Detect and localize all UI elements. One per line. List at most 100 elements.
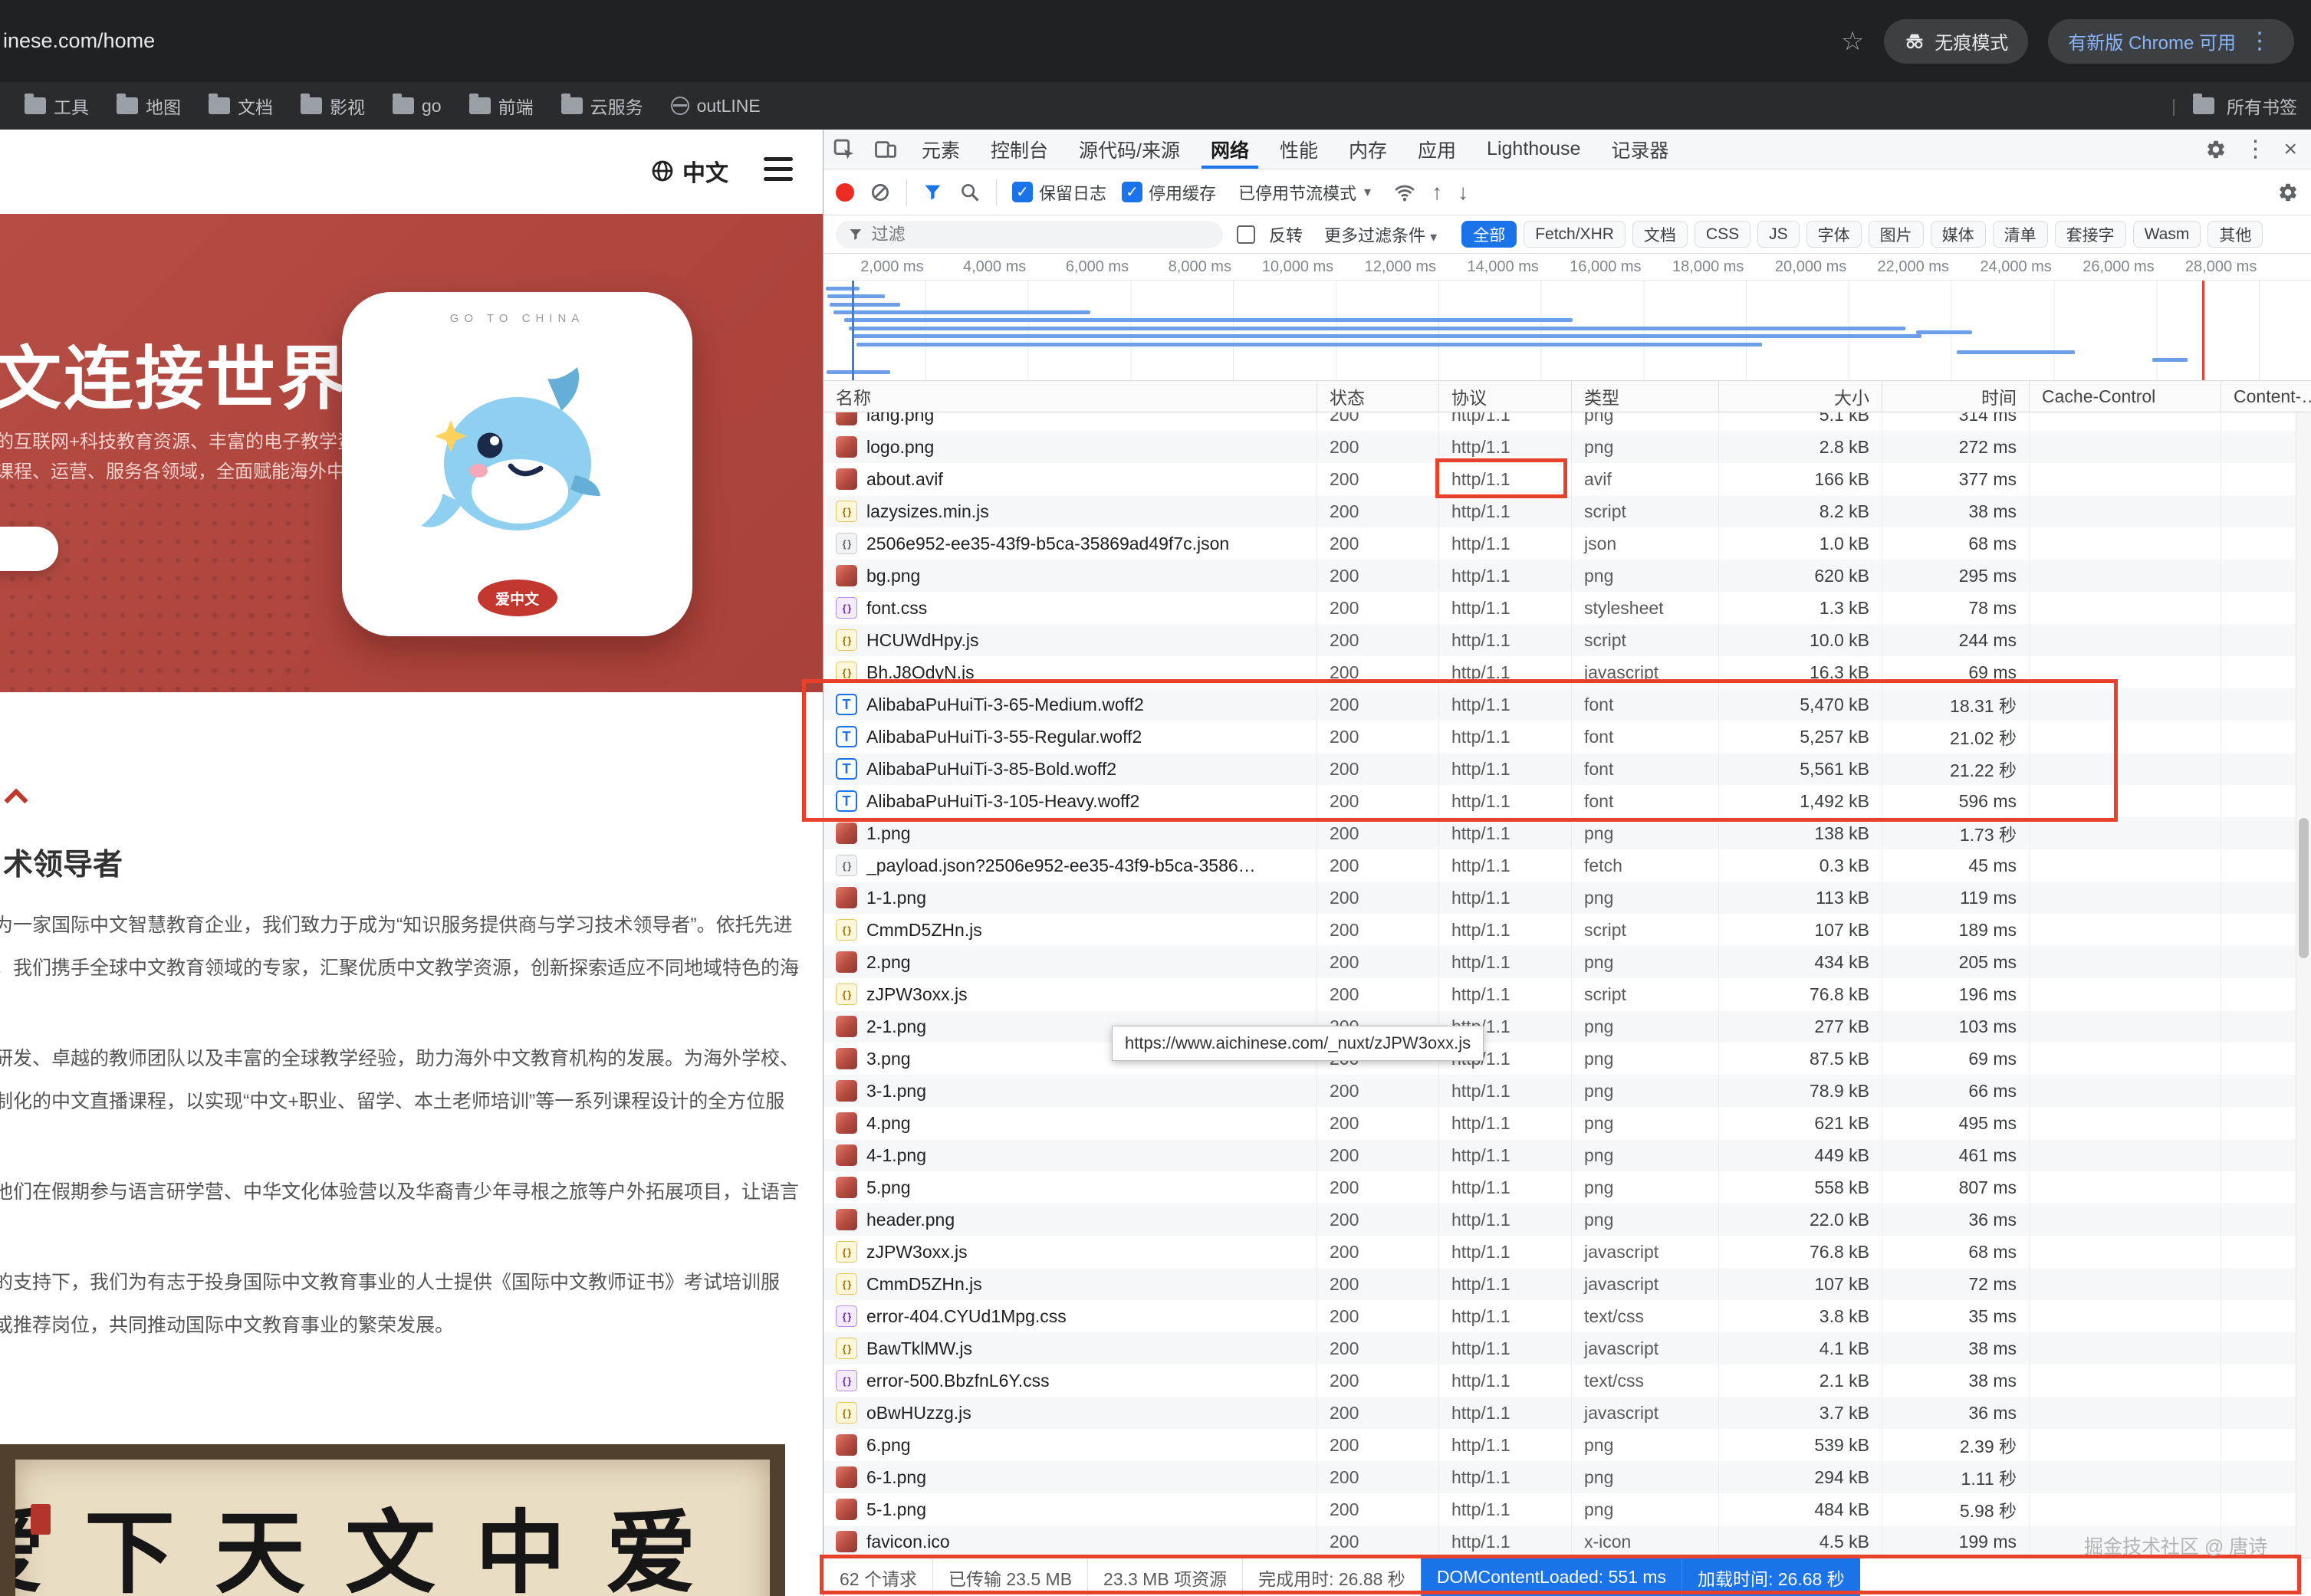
hamburger-menu-icon[interactable] [764, 157, 793, 187]
filter-icon[interactable] [922, 182, 944, 203]
network-conditions-icon[interactable] [1393, 181, 1416, 204]
filter-chip[interactable]: 清单 [1993, 221, 2048, 248]
filter-chip[interactable]: 套接字 [2055, 221, 2126, 248]
table-row[interactable]: 2.png 200 http/1.1 png 434 kB 205 ms [823, 946, 2311, 978]
more-filters-dropdown[interactable]: 更多过滤条件 ▾ [1324, 222, 1437, 247]
devtools-tab[interactable]: 应用 [1402, 130, 1471, 169]
language-selector[interactable]: 中文 [650, 154, 728, 188]
column-header[interactable]: 时间 [1882, 381, 2030, 412]
column-header[interactable]: 状态 [1317, 381, 1439, 412]
table-row[interactable]: header.png 200 http/1.1 png 22.0 kB 36 m… [823, 1204, 2311, 1236]
devtools-tab[interactable]: 控制台 [975, 130, 1063, 169]
clear-network-log-icon[interactable] [870, 182, 891, 203]
table-row[interactable]: oBwHUzzg.js 200 http/1.1 javascript 3.7 … [823, 1397, 2311, 1429]
table-scrollbar[interactable] [2296, 412, 2311, 1558]
bookmark-star-icon[interactable]: ☆ [1841, 26, 1864, 57]
close-icon[interactable]: × [2283, 136, 2297, 163]
table-row[interactable]: 2-1.png 200 http/1.1 png 277 kB 103 ms [823, 1010, 2311, 1043]
table-row[interactable]: zJPW3oxx.js 200 http/1.1 javascript 76.8… [823, 1236, 2311, 1268]
table-row[interactable]: zJPW3oxx.js 200 http/1.1 script 76.8 kB … [823, 978, 2311, 1010]
devtools-tab[interactable]: 记录器 [1596, 130, 1684, 169]
column-header[interactable]: Content-… [2221, 381, 2311, 412]
table-row[interactable]: HCUWdHpy.js 200 http/1.1 script 10.0 kB … [823, 624, 2311, 656]
table-row[interactable]: 6.png 200 http/1.1 png 539 kB 2.39 秒 [823, 1429, 2311, 1461]
bookmark-item[interactable]: 工具 [14, 88, 100, 123]
table-row[interactable]: 6-1.png 200 http/1.1 png 294 kB 1.11 秒 [823, 1461, 2311, 1493]
filter-chip[interactable]: Wasm [2133, 221, 2201, 248]
inspect-element-icon[interactable] [823, 130, 865, 169]
settings-gear-icon[interactable] [2205, 139, 2227, 160]
table-row[interactable]: bg.png 200 http/1.1 png 620 kB 295 ms [823, 560, 2311, 592]
devtools-tab[interactable]: 性能 [1264, 130, 1333, 169]
filter-chip[interactable]: 媒体 [1931, 221, 1986, 248]
devtools-menu-icon[interactable]: ⋮ [2244, 136, 2267, 163]
devtools-tab[interactable]: 元素 [906, 130, 975, 169]
column-header[interactable]: 类型 [1572, 381, 1719, 412]
table-row[interactable]: 2506e952-ee35-43f9-b5ca-35869ad49f7c.jso… [823, 527, 2311, 560]
table-row[interactable]: CmmD5ZHn.js 200 http/1.1 javascript 107 … [823, 1268, 2311, 1300]
page-content: 术领导者 为一家国际中文智慧教育企业，我们致力于成为“知识服务提供商与学习技术领… [0, 692, 823, 1596]
filter-chip[interactable]: 全部 [1461, 221, 1517, 248]
invert-checkbox[interactable] [1237, 225, 1255, 244]
table-row[interactable]: 4.png 200 http/1.1 png 621 kB 495 ms [823, 1107, 2311, 1139]
table-row[interactable]: 3-1.png 200 http/1.1 png 78.9 kB 66 ms [823, 1075, 2311, 1107]
chrome-update-chip[interactable]: 有新版 Chrome 可用 ⋮ [2048, 19, 2294, 64]
device-toolbar-icon[interactable] [865, 130, 906, 169]
disable-cache-checkbox[interactable]: ✓ 停用缓存 [1122, 180, 1216, 205]
table-row[interactable]: 1.png 200 http/1.1 png 138 kB 1.73 秒 [823, 817, 2311, 849]
scrollbar-thumb[interactable] [2299, 818, 2309, 958]
bookmark-item[interactable]: 文档 [198, 88, 284, 123]
bookmark-item[interactable]: 云服务 [551, 88, 654, 123]
bookmark-item[interactable]: 地图 [106, 88, 192, 123]
devtools-tab[interactable]: 内存 [1333, 130, 1402, 169]
export-har-icon[interactable]: ↓ [1458, 180, 1468, 205]
table-row[interactable]: 3.png 200 http/1.1 png 87.5 kB 69 ms [823, 1043, 2311, 1075]
table-row[interactable]: lazysizes.min.js 200 http/1.1 script 8.2… [823, 495, 2311, 527]
filter-chip[interactable]: 文档 [1632, 221, 1688, 248]
column-header[interactable]: 大小 [1719, 381, 1882, 412]
browser-menu-icon[interactable]: ⋮ [2245, 28, 2274, 54]
column-header[interactable]: 协议 [1439, 381, 1572, 412]
bookmark-item[interactable]: 前端 [459, 88, 544, 123]
devtools-tab[interactable]: 源代码/来源 [1063, 130, 1195, 169]
badge-logo: 爱中文 [478, 580, 557, 616]
table-row[interactable]: font.css 200 http/1.1 stylesheet 1.3 kB … [823, 592, 2311, 624]
filter-chip[interactable]: CSS [1695, 221, 1751, 248]
filter-chip[interactable]: 其他 [2207, 221, 2263, 248]
table-row[interactable]: about.avif 200 http/1.1 avif 166 kB 377 … [823, 463, 2311, 495]
table-row[interactable]: 5.png 200 http/1.1 png 558 kB 807 ms [823, 1171, 2311, 1204]
filter-chip[interactable]: Fetch/XHR [1524, 221, 1626, 248]
bookmark-item[interactable]: go [382, 91, 452, 121]
filter-chip[interactable]: JS [1757, 221, 1800, 248]
bookmark-item[interactable]: outLINE [660, 91, 771, 121]
table-row[interactable]: CmmD5ZHn.js 200 http/1.1 script 107 kB 1… [823, 914, 2311, 946]
import-har-icon[interactable]: ↑ [1432, 180, 1442, 205]
record-network-log-icon[interactable] [836, 183, 854, 202]
table-row[interactable]: error-404.CYUd1Mpg.css 200 http/1.1 text… [823, 1300, 2311, 1332]
throttling-dropdown[interactable]: 已停用节流模式 ▾ [1231, 176, 1378, 209]
bookmark-item[interactable]: 影视 [290, 88, 376, 123]
filter-input[interactable] [872, 225, 1211, 245]
table-row[interactable]: error-500.BbzfnL6Y.css 200 http/1.1 text… [823, 1364, 2311, 1397]
network-settings-gear-icon[interactable] [2277, 182, 2299, 203]
devtools-tab[interactable]: Lighthouse [1471, 130, 1596, 169]
preserve-log-checkbox[interactable]: ✓ 保留日志 [1012, 180, 1106, 205]
devtools-tab[interactable]: 网络 [1195, 130, 1264, 169]
hero-cta-button[interactable] [0, 527, 58, 571]
filter-chip[interactable]: 图片 [1869, 221, 1924, 248]
table-row[interactable]: BawTklMW.js 200 http/1.1 javascript 4.1 … [823, 1332, 2311, 1364]
table-row[interactable]: lang.png 200 http/1.1 png 5.1 kB 314 ms [823, 412, 2311, 431]
network-overview-waterfall[interactable] [823, 280, 2311, 381]
table-row[interactable]: 1-1.png 200 http/1.1 png 113 kB 119 ms [823, 882, 2311, 914]
filter-chip[interactable]: 字体 [1806, 221, 1862, 248]
table-row[interactable]: _payload.json?2506e952-ee35-43f9-b5ca-35… [823, 849, 2311, 882]
all-bookmarks[interactable]: | 所有书签 [2171, 93, 2297, 119]
column-header[interactable]: 名称 [823, 381, 1317, 412]
search-icon[interactable] [959, 182, 981, 203]
timeline-tick-label: 16,000 ms [1570, 258, 1641, 276]
column-header[interactable]: Cache-Control [2030, 381, 2221, 412]
table-row[interactable]: 4-1.png 200 http/1.1 png 449 kB 461 ms [823, 1139, 2311, 1171]
table-row[interactable]: logo.png 200 http/1.1 png 2.8 kB 272 ms [823, 431, 2311, 463]
table-row[interactable]: 5-1.png 200 http/1.1 png 484 kB 5.98 秒 [823, 1493, 2311, 1525]
url-bar[interactable]: inese.com/home [0, 29, 155, 53]
